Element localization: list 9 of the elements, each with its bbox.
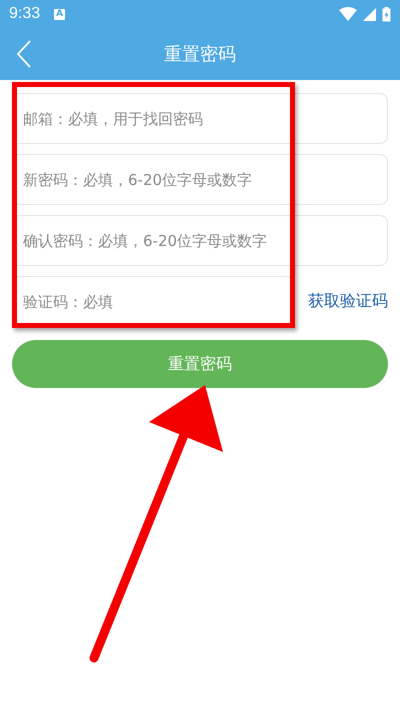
screen-title: 重置密码 bbox=[163, 43, 237, 66]
back-button[interactable] bbox=[16, 40, 32, 68]
wifi-icon bbox=[339, 7, 357, 21]
notification-icon: A bbox=[54, 8, 66, 20]
battery-icon bbox=[382, 6, 391, 22]
get-code-link[interactable]: 获取验证码 bbox=[308, 291, 388, 312]
signal-icon bbox=[363, 8, 376, 20]
status-time: 9:33 bbox=[9, 5, 40, 23]
back-icon bbox=[16, 40, 32, 68]
